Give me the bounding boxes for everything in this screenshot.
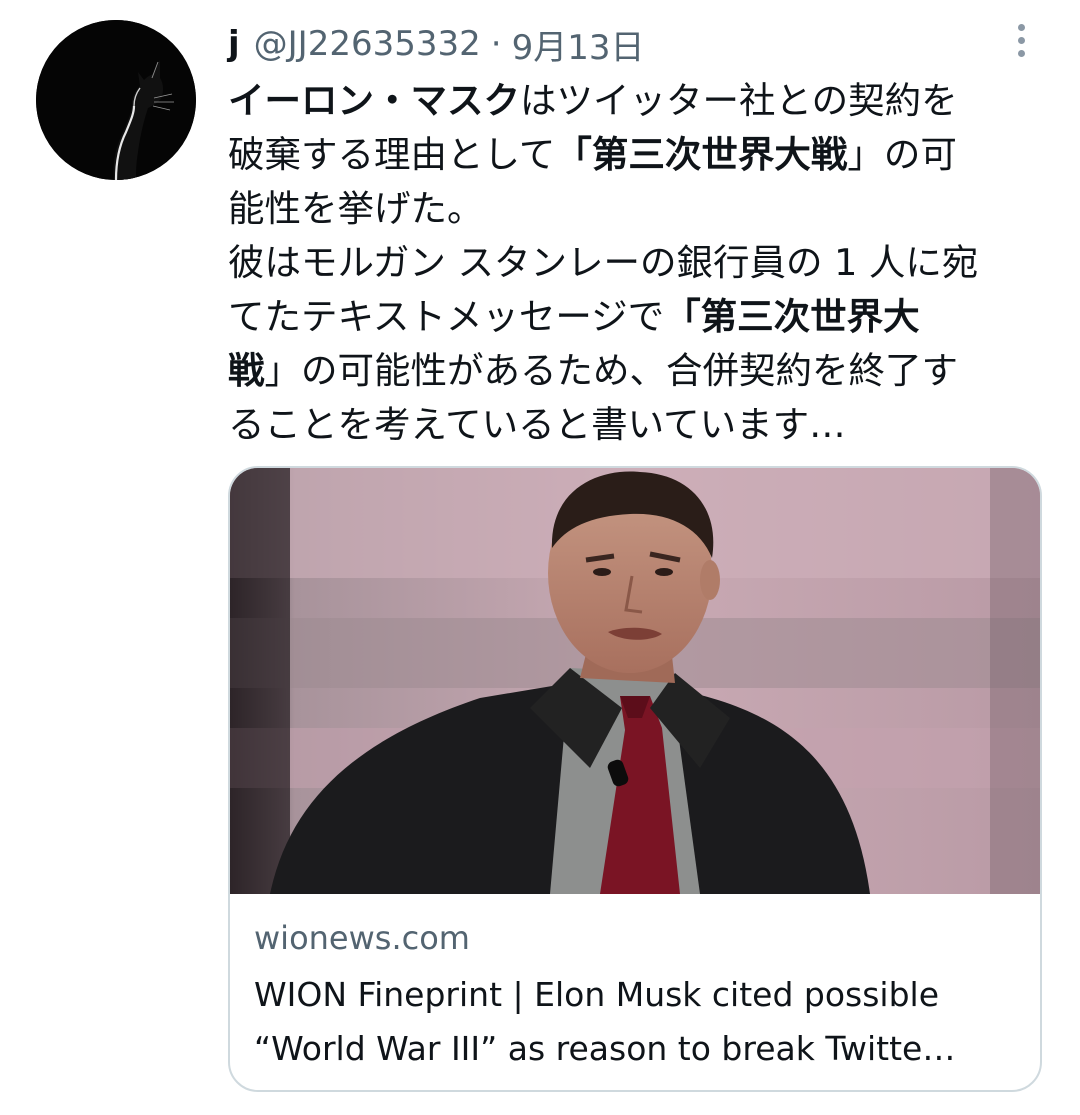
author-handle[interactable]: @JJ22635332 — [254, 24, 481, 64]
tweet-text-segment: 彼はモルガン スタンレーの銀行員の 1 人に宛 — [228, 241, 979, 284]
tweet-header: j @JJ22635332 · 9月13日 — [228, 20, 644, 68]
tweet-text-line: てたテキストメッセージで「第三次世界大 — [228, 290, 1048, 344]
tweet-text: イーロン・マスクはツイッター社との契約を 破棄する理由として「第三次世界大戦」の可… — [228, 74, 1048, 452]
tweet-text-line: 破棄する理由として「第三次世界大戦」の可 — [228, 128, 1048, 182]
tweet-text-segment: 破棄する理由として — [228, 133, 556, 176]
tweet-text-line: 戦」の可能性があるため、合併契約を終了す — [228, 344, 1048, 398]
tweet-text-bold: 「第三次世界大戦 — [555, 133, 848, 176]
card-meta: wionews.com WION Fineprint | Elon Musk c… — [254, 914, 1024, 1076]
link-card[interactable]: wionews.com WION Fineprint | Elon Musk c… — [228, 466, 1042, 1092]
man-in-suit-photo-icon — [230, 468, 1040, 894]
tweet-text-segment: 」の可能性があるため、合併契約を終了す — [264, 349, 959, 392]
tweet-date[interactable]: 9月13日 — [512, 20, 645, 69]
tweet-text-segment: はツイッター社との契約を — [520, 79, 958, 122]
tweet-text-bold: イーロン・マスク — [228, 79, 520, 122]
card-domain[interactable]: wionews.com — [254, 914, 1024, 968]
tweet-text-segment: 」の可 — [847, 133, 957, 176]
card-title-line: WION Fineprint | Elon Musk cited possibl… — [254, 975, 940, 1014]
card-title[interactable]: WION Fineprint | Elon Musk cited possibl… — [254, 968, 1024, 1076]
cat-silhouette-avatar-icon — [36, 20, 196, 180]
card-image[interactable] — [230, 468, 1040, 894]
avatar[interactable] — [36, 20, 196, 180]
card-title-line: “World War III” as reason to break Twitt… — [254, 1029, 956, 1068]
tweet-text-line: ることを考えていると書いています… — [228, 398, 1048, 452]
tweet-text-bold: 戦 — [228, 349, 265, 392]
header-separator: · — [490, 24, 502, 64]
tweet-text-bold: 「第三次世界大 — [664, 295, 920, 338]
tweet-text-segment: てたテキストメッセージで — [228, 295, 665, 338]
tweet-text-line: イーロン・マスクはツイッター社との契約を — [228, 74, 1048, 128]
author-display-name[interactable]: j — [228, 24, 240, 64]
tweet-text-line: 彼はモルガン スタンレーの銀行員の 1 人に宛 — [228, 236, 1048, 290]
tweet-text-segment: 能性を挙げた。 — [228, 187, 484, 230]
more-vertical-icon[interactable] — [1004, 18, 1038, 62]
tweet-text-line: 能性を挙げた。 — [228, 182, 1048, 236]
tweet-text-segment: ることを考えていると書いています… — [228, 403, 846, 446]
